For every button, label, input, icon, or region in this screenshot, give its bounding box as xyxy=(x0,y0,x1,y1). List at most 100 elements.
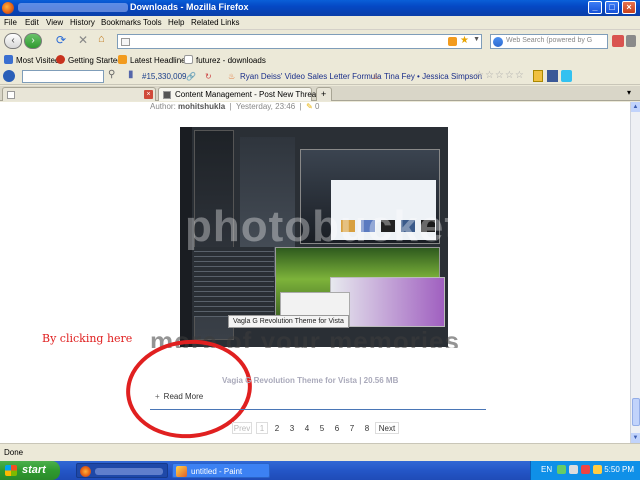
clock: 5:50 PM xyxy=(604,465,634,474)
comment-icon: ✎ xyxy=(306,102,313,111)
window-titlebar: Downloads - Mozilla Firefox _ □ × xyxy=(0,0,640,16)
search-icon[interactable]: ⚲ xyxy=(108,69,115,80)
photobucket-watermark: photobucket xyxy=(185,202,460,251)
close-button[interactable]: × xyxy=(622,1,636,14)
menu-bookmarks[interactable]: Bookmarks xyxy=(101,18,141,27)
blocker-icon[interactable] xyxy=(612,35,624,47)
new-tab-button[interactable]: + xyxy=(316,87,332,101)
start-label: start xyxy=(22,464,46,476)
language-indicator[interactable]: EN xyxy=(541,465,552,474)
annotation-text: By clicking here xyxy=(42,332,133,345)
pagination-page-7[interactable]: 7 xyxy=(346,422,358,434)
read-more-label: Read More xyxy=(163,392,204,401)
bookmark-getting-started[interactable]: Getting Started xyxy=(56,55,122,65)
status-text: Done xyxy=(4,448,24,457)
menu-bar: File Edit View History Bookmarks Tools H… xyxy=(0,16,640,30)
separator xyxy=(150,409,486,410)
traffic-counter[interactable]: #15,330,009 xyxy=(142,72,187,81)
pagination-page-4[interactable]: 4 xyxy=(301,422,313,434)
comment-count[interactable]: 0 xyxy=(315,102,319,111)
back-button[interactable]: ‹ xyxy=(4,33,22,49)
twitter-icon[interactable] xyxy=(561,70,572,82)
tab-content-management[interactable]: Content Management - Post New Thread xyxy=(158,87,321,101)
toolbar-link-ryan[interactable]: Ryan Deiss' Video Sales Letter Formula xyxy=(240,72,381,81)
page-icon xyxy=(184,55,193,64)
refresh-icon[interactable]: ↻ xyxy=(205,72,212,81)
address-bar[interactable]: ★ ▼ xyxy=(117,34,482,49)
bar-chart-icon: ▮ xyxy=(128,69,134,80)
pagination-prev[interactable]: Prev xyxy=(232,422,252,434)
pagination-page-3[interactable]: 3 xyxy=(286,422,298,434)
chevron-down-icon[interactable]: ▼ xyxy=(473,36,480,43)
facebook-icon[interactable] xyxy=(547,70,558,82)
menu-history[interactable]: History xyxy=(70,18,95,27)
author-prefix: Author: xyxy=(150,102,176,111)
menu-file[interactable]: File xyxy=(4,18,17,27)
taskbar-paint[interactable]: untitled - Paint xyxy=(172,463,270,478)
redacted-task-title xyxy=(95,468,163,475)
notes-icon[interactable] xyxy=(533,70,543,82)
toolbar-search-input[interactable] xyxy=(22,70,104,83)
maximize-button[interactable]: □ xyxy=(605,1,619,14)
taskbar-firefox[interactable] xyxy=(76,463,168,478)
volume-icon[interactable] xyxy=(569,465,578,474)
bookmark-label: futurez - downloads xyxy=(196,56,266,65)
screenshot-caption: Vagla G Revolution Theme for Vista xyxy=(228,315,349,328)
menu-edit[interactable]: Edit xyxy=(25,18,39,27)
rss-icon[interactable] xyxy=(448,37,457,46)
read-more-link[interactable]: + Read More xyxy=(155,392,203,401)
home-icon[interactable]: ⌂ xyxy=(98,33,110,45)
link-icon[interactable]: 🔗 xyxy=(186,72,196,81)
bookmark-futurez[interactable]: futurez - downloads xyxy=(184,55,266,65)
tab-list-icon[interactable]: ▾ xyxy=(624,87,638,101)
stop-icon[interactable]: ✕ xyxy=(78,33,90,47)
navigation-toolbar: ‹ › ⟳ ✕ ⌂ ★ ▼ Web Search (powered by G xyxy=(0,30,640,52)
scroll-down-icon[interactable]: ▼ xyxy=(631,433,640,443)
menu-view[interactable]: View xyxy=(46,18,63,27)
rating-stars[interactable]: ☆☆☆☆☆ xyxy=(475,70,525,81)
toolbar-logo-icon[interactable] xyxy=(3,70,15,82)
search-engine-icon[interactable] xyxy=(493,37,503,47)
network-icon[interactable] xyxy=(557,465,566,474)
firefox-icon xyxy=(2,2,14,14)
bookmark-latest-headlines[interactable]: Latest Headlines xyxy=(118,55,190,65)
firefox-icon xyxy=(80,466,91,477)
menu-help[interactable]: Help xyxy=(168,18,184,27)
fire-icon: ♨ xyxy=(372,72,380,81)
pagination-page-5[interactable]: 5 xyxy=(316,422,328,434)
fire-icon: ♨ xyxy=(228,72,236,81)
file-caption: Vagia G Revolution Theme for Vista | 20.… xyxy=(222,376,399,385)
pagination-page-6[interactable]: 6 xyxy=(331,422,343,434)
bookmark-label: Latest Headlines xyxy=(130,56,190,65)
scroll-thumb[interactable] xyxy=(632,398,640,426)
pagination-page-1[interactable]: 1 xyxy=(256,422,268,434)
start-button[interactable]: start xyxy=(0,461,60,480)
bookmark-star-icon[interactable]: ★ xyxy=(460,35,469,46)
menu-related-links[interactable]: Related Links xyxy=(191,18,239,27)
tab-downloads[interactable]: × xyxy=(2,87,156,101)
search-input[interactable]: Web Search (powered by G xyxy=(490,34,608,49)
bookmark-folder-icon xyxy=(4,55,13,64)
status-bar: Done xyxy=(0,443,640,461)
security-icon[interactable] xyxy=(581,465,590,474)
addon-icon[interactable] xyxy=(626,35,636,47)
minimize-button[interactable]: _ xyxy=(588,1,602,14)
forward-button[interactable]: › xyxy=(24,33,42,49)
close-tab-icon[interactable]: × xyxy=(144,90,153,99)
bookmark-label: Getting Started xyxy=(68,56,122,65)
author-name[interactable]: mohitshukla xyxy=(178,102,225,111)
bookmark-most-visited[interactable]: Most Visited xyxy=(4,55,59,65)
screenshot-list xyxy=(194,247,274,317)
paint-icon xyxy=(176,466,187,477)
menu-tools[interactable]: Tools xyxy=(143,18,162,27)
pagination-page-8[interactable]: 8 xyxy=(361,422,373,434)
toolbar-link-tina[interactable]: Tina Fey • Jessica Simpson xyxy=(384,72,482,81)
page-content: Author: mohitshukla | Yesterday, 23:46 |… xyxy=(0,102,630,443)
pagination-next[interactable]: Next xyxy=(375,422,399,434)
tray-app-icon[interactable] xyxy=(593,465,602,474)
reload-icon[interactable]: ⟳ xyxy=(56,33,68,47)
pagination-page-2[interactable]: 2 xyxy=(271,422,283,434)
bookmarks-toolbar: Most Visited Getting Started Latest Head… xyxy=(0,52,640,68)
scroll-up-icon[interactable]: ▲ xyxy=(631,102,640,112)
vertical-scrollbar[interactable]: ▲ ▼ xyxy=(630,102,640,443)
